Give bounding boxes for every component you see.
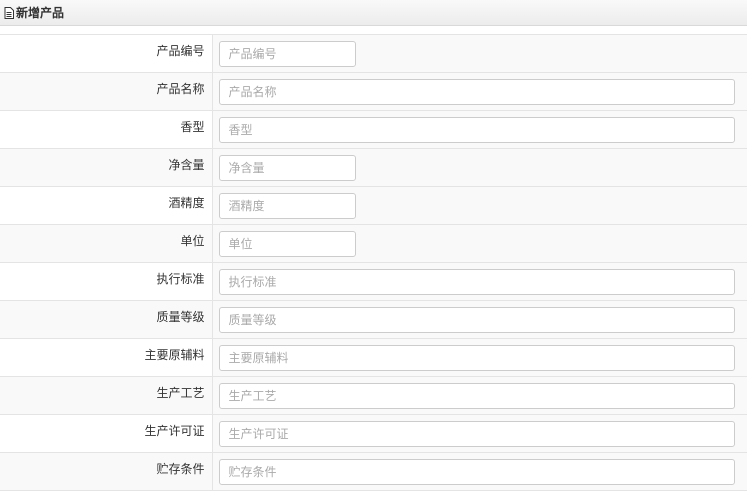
field-cell	[212, 186, 747, 225]
field-label-license: 生产许可证	[0, 414, 213, 453]
field-label-net-content: 净含量	[0, 148, 213, 187]
form-row: 酒精度	[0, 186, 747, 225]
field-cell	[212, 34, 747, 73]
field-label-aroma-type: 香型	[0, 110, 213, 149]
form-row: 香型	[0, 110, 747, 149]
field-label-raw-materials: 主要原辅料	[0, 338, 213, 377]
form-row: 单位	[0, 224, 747, 263]
form-row: 生产许可证	[0, 414, 747, 453]
process-input[interactable]	[218, 382, 735, 409]
field-label-storage: 贮存条件	[0, 452, 213, 491]
field-cell	[212, 376, 747, 415]
field-cell	[212, 224, 747, 263]
quality-grade-input[interactable]	[218, 306, 735, 333]
field-label-alcohol-content: 酒精度	[0, 186, 213, 225]
product-code-input[interactable]	[218, 40, 356, 67]
field-label-unit: 单位	[0, 224, 213, 263]
field-cell	[212, 414, 747, 453]
field-label-product-code: 产品编号	[0, 34, 213, 73]
field-cell	[212, 338, 747, 377]
standard-input[interactable]	[218, 268, 735, 295]
field-label-process: 生产工艺	[0, 376, 213, 415]
license-input[interactable]	[218, 420, 735, 447]
aroma-type-input[interactable]	[218, 116, 735, 143]
form-row: 产品名称	[0, 72, 747, 111]
field-cell	[212, 452, 747, 491]
panel-header: 新增产品	[0, 0, 747, 26]
document-icon	[4, 6, 14, 19]
form-row: 贮存条件	[0, 452, 747, 491]
net-content-input[interactable]	[218, 154, 356, 181]
field-cell	[212, 72, 747, 111]
field-label-quality-grade: 质量等级	[0, 300, 213, 339]
field-label-standard: 执行标准	[0, 262, 213, 301]
raw-materials-input[interactable]	[218, 344, 735, 371]
alcohol-content-input[interactable]	[218, 192, 356, 219]
form-row: 执行标准	[0, 262, 747, 301]
product-form: 产品编号产品名称香型净含量酒精度单位执行标准质量等级主要原辅料生产工艺生产许可证…	[0, 34, 747, 491]
storage-input[interactable]	[218, 458, 735, 485]
form-row: 质量等级	[0, 300, 747, 339]
form-row: 净含量	[0, 148, 747, 187]
field-cell	[212, 262, 747, 301]
product-name-input[interactable]	[218, 78, 735, 105]
form-row: 产品编号	[0, 34, 747, 73]
field-cell	[212, 110, 747, 149]
page-title: 新增产品	[16, 6, 65, 20]
form-row: 生产工艺	[0, 376, 747, 415]
field-label-product-name: 产品名称	[0, 72, 213, 111]
field-cell	[212, 300, 747, 339]
field-cell	[212, 148, 747, 187]
form-row: 主要原辅料	[0, 338, 747, 377]
unit-input[interactable]	[218, 230, 356, 257]
